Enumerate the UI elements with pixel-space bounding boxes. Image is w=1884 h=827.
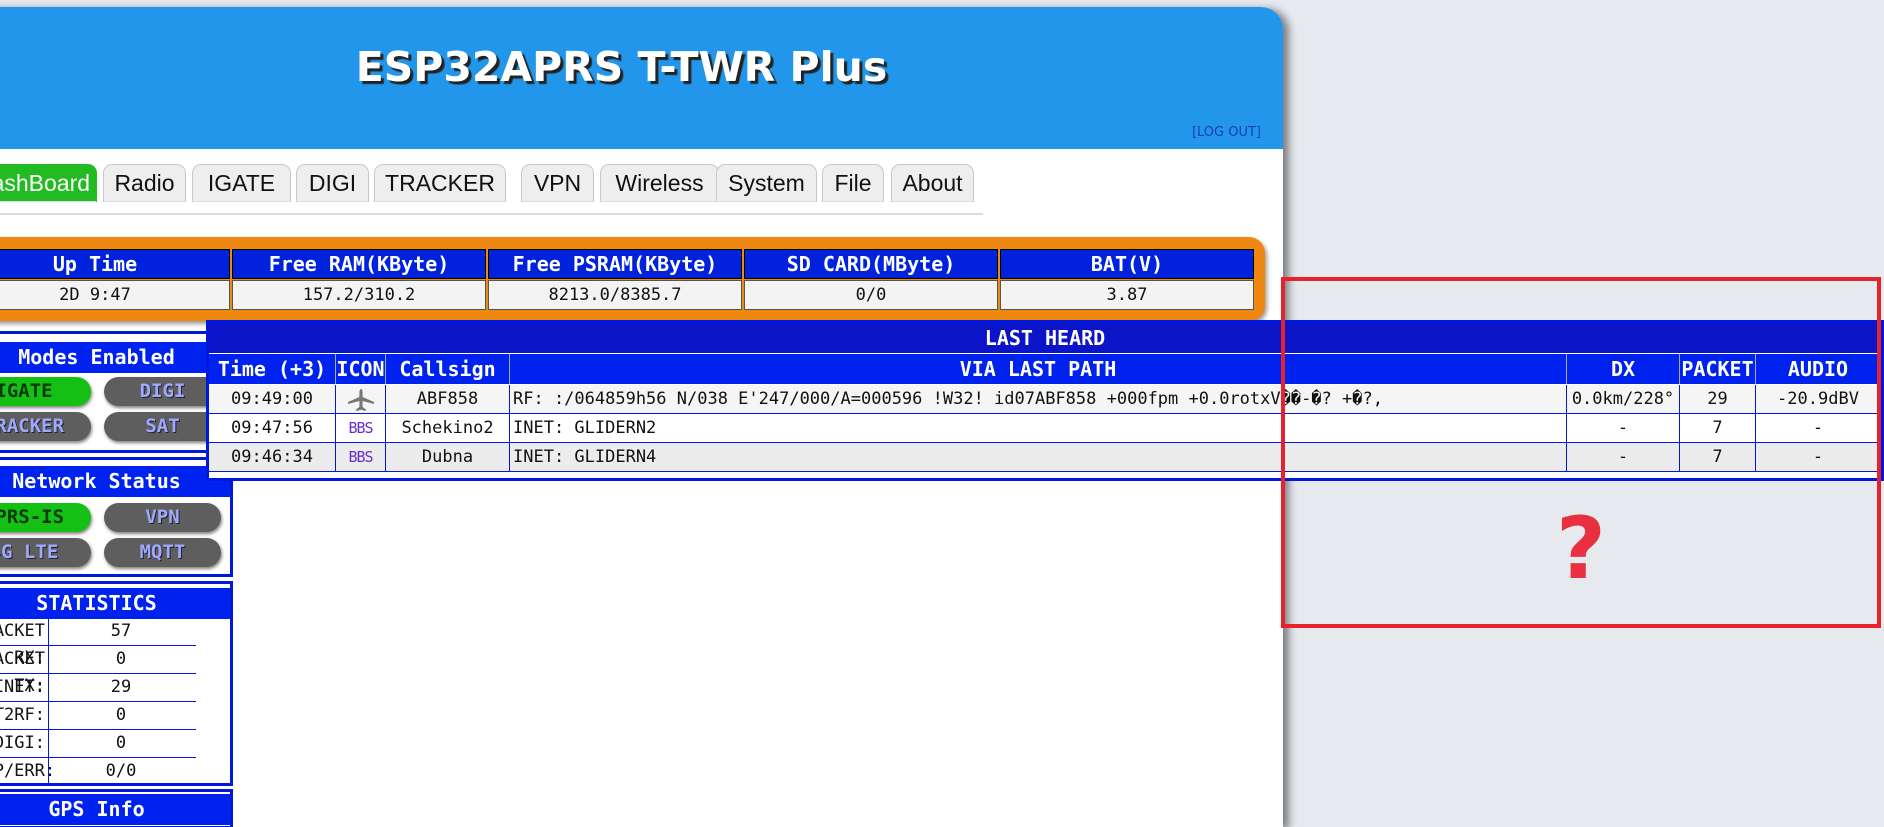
airplane-icon[interactable]	[336, 385, 386, 414]
tab-digi[interactable]: DIGI	[296, 164, 369, 202]
stat-value: 0/0	[105, 761, 137, 781]
stat-value: 29	[110, 677, 132, 697]
stat-label: DIGI:	[0, 730, 49, 757]
net-mqtt[interactable]: MQTT	[104, 538, 221, 567]
cell-time: 09:49:00	[209, 385, 336, 414]
stat-row: PACKET TX: 0	[0, 646, 196, 696]
stat-value: 57	[110, 621, 132, 641]
mode-tracker[interactable]: TRACKER	[0, 412, 91, 441]
tab-igate[interactable]: IGATE	[192, 164, 291, 202]
tab-divider	[0, 213, 983, 215]
stat-value: 0	[115, 733, 127, 753]
cell-time: 09:46:34	[209, 443, 336, 472]
stat-label: INET2RF:	[0, 702, 49, 729]
cell-time: 09:47:56	[209, 414, 336, 443]
sys-header-uptime: Up Time	[0, 249, 230, 279]
question-mark: ?	[1556, 499, 1606, 599]
stat-row: DROP/ERR: 0/0	[0, 758, 196, 785]
net-aprs-is[interactable]: APRS-IS	[0, 503, 91, 532]
gps-panel: GPS Info	[0, 789, 233, 827]
statistics-title: STATISTICS	[0, 588, 230, 619]
stat-row: RF2INET: 29	[0, 674, 196, 702]
sys-value-uptime: 2D 9:47	[0, 280, 230, 310]
tab-file[interactable]: File	[822, 164, 884, 202]
col-icon: ICON	[336, 354, 386, 384]
stat-label: PACKET TX:	[0, 646, 49, 696]
tab-about[interactable]: About	[891, 164, 974, 202]
stat-row: DIGI: 0	[0, 730, 196, 758]
network-panel: Network Status APRS-IS VPN 4G LTE MQTT	[0, 457, 233, 577]
bbs-icon[interactable]: BBS	[336, 414, 386, 443]
stat-row: INET2RF: 0	[0, 702, 196, 730]
stat-value: 0	[115, 705, 127, 725]
gps-title: GPS Info	[0, 794, 230, 825]
cell-callsign[interactable]: ABF858	[386, 385, 510, 414]
tab-vpn[interactable]: VPN	[521, 164, 594, 202]
stat-value: 0	[115, 649, 127, 669]
stat-label: RF2INET:	[0, 674, 49, 701]
mode-sat[interactable]: SAT	[104, 412, 221, 441]
sys-value-sdcard: 0/0	[744, 280, 998, 310]
mode-digi[interactable]: DIGI	[104, 377, 221, 406]
tab-radio[interactable]: Radio	[103, 164, 186, 202]
stat-label: PACKET RX:	[0, 618, 49, 668]
sys-value-bat: 3.87	[1000, 280, 1254, 310]
tab-dashboard[interactable]: DashBoard	[0, 164, 97, 202]
net-4g-lte[interactable]: 4G LTE	[0, 538, 91, 567]
logout-link[interactable]: [LOG OUT]	[1192, 125, 1261, 140]
modes-panel: Modes Enabled IGATE DIGI TRACKER SAT	[0, 331, 233, 453]
network-title: Network Status	[0, 466, 230, 497]
sys-value-psram: 8213.0/8385.7	[488, 280, 742, 310]
statistics-panel: STATISTICS PACKET RX: 57 PACKET TX: 0 RF…	[0, 581, 233, 786]
tab-wireless[interactable]: Wireless	[600, 164, 719, 202]
annotation-box: ?	[1281, 277, 1881, 628]
stat-row: PACKET RX: 57	[0, 618, 196, 668]
col-time: Time (+3)	[209, 354, 336, 384]
cell-callsign[interactable]: Schekino2	[386, 414, 510, 443]
sys-value-ram: 157.2/310.2	[232, 280, 486, 310]
stat-label: DROP/ERR:	[0, 758, 55, 785]
tab-system[interactable]: System	[716, 164, 817, 202]
net-vpn[interactable]: VPN	[104, 503, 221, 532]
sys-header-sdcard: SD CARD(MByte)	[744, 249, 998, 279]
cell-callsign[interactable]: Dubna	[386, 443, 510, 472]
sys-header-bat: BAT(V)	[1000, 249, 1254, 279]
col-callsign: Callsign	[386, 354, 510, 384]
modes-title: Modes Enabled	[0, 342, 230, 373]
tab-tracker[interactable]: TRACKER	[374, 164, 506, 202]
page-title: ESP32APRS T-TWR Plus	[355, 43, 888, 91]
header: ESP32APRS T-TWR Plus [LOG OUT]	[0, 7, 1283, 149]
system-status-bar: Up Time Free RAM(KByte) Free PSRAM(KByte…	[0, 237, 1265, 321]
bbs-icon[interactable]: BBS	[336, 443, 386, 472]
mode-igate[interactable]: IGATE	[0, 377, 91, 406]
sys-header-psram: Free PSRAM(KByte)	[488, 249, 742, 279]
sys-header-ram: Free RAM(KByte)	[232, 249, 486, 279]
